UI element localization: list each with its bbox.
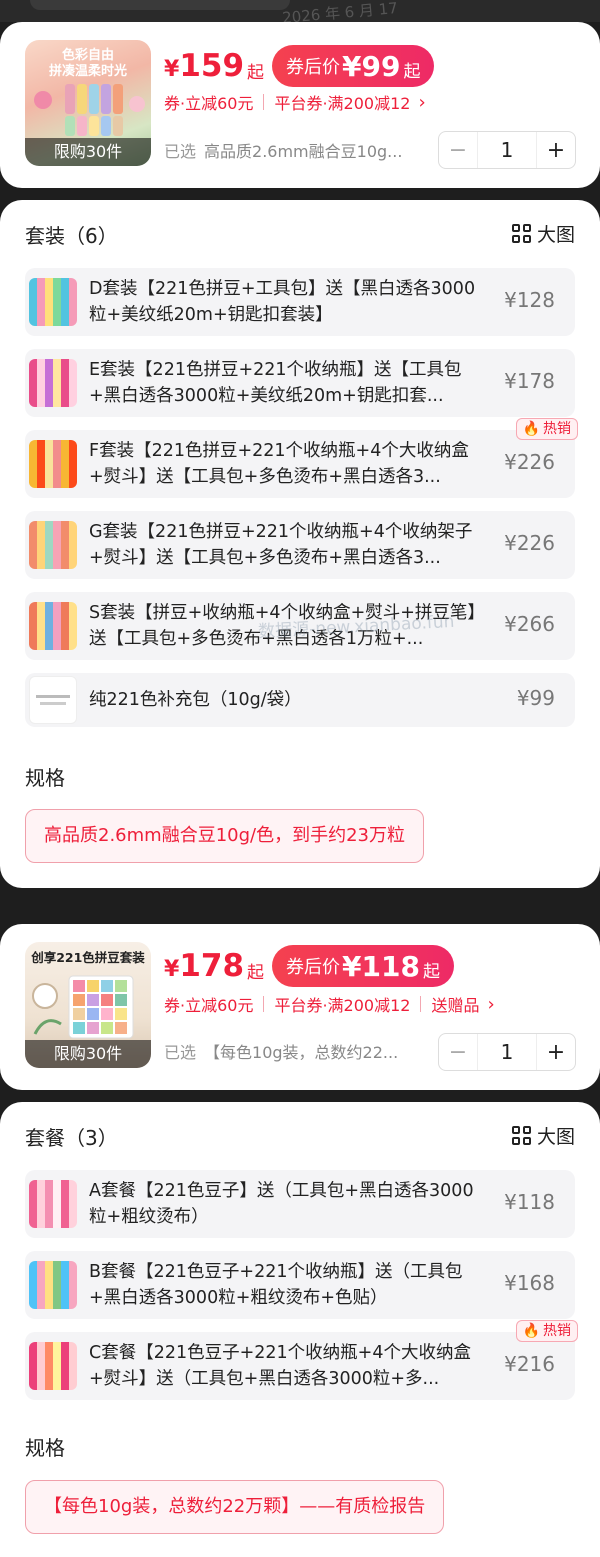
product2-coupon-2[interactable]: 平台券·满200减12 (274, 992, 410, 1016)
top-pill (30, 0, 290, 10)
option-item[interactable]: E套装【221色拼豆+221个收纳瓶】送【工具包+黑白透各3000粒+美纹纸20… (25, 349, 575, 417)
minus-button[interactable]: − (439, 138, 477, 163)
product2-selected-value: 【每色10g装，总数约22... (204, 1043, 399, 1062)
option-label: F套装【221色拼豆+221个收纳瓶+4个大收纳盒+熨斗】送【工具包+多色烫布+… (89, 441, 469, 487)
option-price: ¥99 (516, 686, 555, 710)
option-thumbnail (29, 521, 77, 569)
option-item[interactable]: G套装【221色拼豆+221个收纳瓶+4个收纳架子+熨斗】送【工具包+多色烫布+… (25, 511, 575, 579)
product1-options-card: 套装（6） 大图 D套装【221色拼豆+工具包】送【黑白透各3000粒+美纹纸2… (0, 200, 600, 888)
product2-options-card: 套餐（3） 大图 A套餐【221色豆子】送（工具包+黑白透各3000粒+粗纹烫布… (0, 1102, 600, 1557)
option-thumbnail (29, 1261, 77, 1309)
coupon-divider (263, 996, 265, 1012)
option-item[interactable]: C套餐【221色豆子+221个收纳瓶+4个大收纳盒+熨斗】送（工具包+黑白透各3… (25, 1320, 578, 1400)
grid-icon (511, 1126, 531, 1145)
product1-quantity-stepper[interactable]: − 1 + (438, 131, 576, 169)
option-thumbnail (29, 602, 77, 650)
option-label: E套装【221色拼豆+221个收纳瓶】送【工具包+黑白透各3000粒+美纹纸20… (89, 360, 462, 406)
coupon-divider (420, 996, 422, 1012)
option-label: D套装【221色拼豆+工具包】送【黑白透各3000粒+美纹纸20m+钥匙扣套装】 (89, 279, 476, 325)
product2-selected-row: 已选 【每色10g装，总数约22... (164, 1034, 424, 1068)
plus-button[interactable]: + (537, 1040, 575, 1065)
product1-bigpic-toggle[interactable]: 大图 (511, 220, 575, 247)
plus-button[interactable]: + (537, 138, 575, 163)
option-price: ¥216 (504, 1352, 555, 1376)
product2-spec-title: 规格 (25, 1436, 65, 1460)
product2-coupon-3[interactable]: 送赠品 (431, 992, 479, 1016)
product1-selected-value: 高品质2.6mm融合豆10g... (204, 142, 403, 161)
option-price: ¥178 (504, 369, 555, 393)
option-thumbnail (29, 440, 77, 488)
product2-price-suffix: 起 (247, 962, 265, 983)
hot-badge: 🔥 热销 (515, 1320, 578, 1342)
product2-price: ¥178 (164, 948, 245, 984)
product2-quantity-stepper[interactable]: − 1 + (438, 1033, 576, 1071)
chevron-right-icon[interactable]: › (487, 994, 494, 1015)
option-item[interactable]: D套装【221色拼豆+工具包】送【黑白透各3000粒+美纹纸20m+钥匙扣套装】… (25, 268, 575, 336)
option-price: ¥226 (504, 450, 555, 474)
product2-section-title: 套餐（3） (25, 1126, 118, 1150)
product1-coupon-1[interactable]: 券·立减60元 (164, 90, 253, 114)
option-price: ¥118 (504, 1190, 555, 1214)
quantity-value[interactable]: 1 (477, 1034, 537, 1070)
product1-limit-badge: 限购30件 (25, 138, 151, 166)
product2-price-row: ¥178 起 券后价 ¥118 起 (164, 944, 454, 988)
product2-spec-chip[interactable]: 【每色10g装，总数约22万颗】——有质检报告 (25, 1480, 445, 1534)
option-item[interactable]: B套餐【221色豆子+221个收纳瓶】送（工具包+黑白透各3000粒+粗纹烫布+… (25, 1251, 575, 1319)
product1-coupon-row[interactable]: 券·立减60元 平台券·满200减12 › (164, 89, 426, 115)
option-item[interactable]: F套装【221色拼豆+221个收纳瓶+4个大收纳盒+熨斗】送【工具包+多色烫布+… (25, 418, 578, 498)
option-thumbnail (29, 676, 77, 724)
product2-coupon-1[interactable]: 券·立减60元 (164, 992, 253, 1016)
coupon-divider (263, 94, 265, 110)
product1-coupon-2[interactable]: 平台券·满200减12 (274, 90, 410, 114)
option-price: ¥226 (504, 531, 555, 555)
hot-badge: 🔥 热销 (515, 418, 578, 440)
option-thumbnail (29, 1342, 77, 1390)
product1-image[interactable]: 色彩自由 拼凑温柔时光 限购30件 (25, 40, 151, 166)
product1-selected-row: 已选 高品质2.6mm融合豆10g... (164, 133, 424, 167)
option-label: G套装【221色拼豆+221个收纳瓶+4个收纳架子+熨斗】送【工具包+多色烫布+… (89, 522, 473, 568)
product1-section-title: 套装（6） (25, 224, 118, 248)
option-price: ¥128 (504, 288, 555, 312)
product2-limit-badge: 限购30件 (25, 1040, 151, 1068)
option-price: ¥266 (504, 612, 555, 636)
option-thumbnail (29, 1180, 77, 1228)
product1-header-card: 色彩自由 拼凑温柔时光 限购30件 ¥159 起 券后价 ¥99 起 券·立减6… (0, 22, 600, 188)
product2-image[interactable]: 创享221色拼豆套装 限购30件 (25, 942, 151, 1068)
chevron-right-icon[interactable]: › (418, 92, 425, 113)
flame-icon: 🔥 (522, 421, 540, 437)
option-label: A套餐【221色豆子】送（工具包+黑白透各3000粒+粗纹烫布） (89, 1181, 474, 1227)
quantity-value[interactable]: 1 (477, 132, 537, 168)
minus-button[interactable]: − (439, 1040, 477, 1065)
option-label: 纯221色补充包（10g/袋） (89, 690, 302, 710)
product2-after-coupon-pill: 券后价 ¥118 起 (272, 945, 454, 987)
option-thumbnail (29, 278, 77, 326)
product1-price-suffix: 起 (247, 62, 265, 83)
option-label: C套餐【221色豆子+221个收纳瓶+4个大收纳盒+熨斗】送（工具包+黑白透各3… (89, 1343, 471, 1389)
option-item[interactable]: 纯221色补充包（10g/袋） ¥99 (25, 673, 575, 727)
product1-after-coupon-pill: 券后价 ¥99 起 (272, 45, 435, 87)
option-item[interactable]: A套餐【221色豆子】送（工具包+黑白透各3000粒+粗纹烫布） ¥118 (25, 1170, 575, 1238)
option-price: ¥168 (504, 1271, 555, 1295)
product1-price-row: ¥159 起 券后价 ¥99 起 (164, 44, 435, 88)
product2-header-card: 创享221色拼豆套装 限购30件 ¥178 起 券后价 ¥118 起 券·立减6… (0, 924, 600, 1090)
flame-icon: 🔥 (522, 1323, 540, 1339)
product1-spec-chip[interactable]: 高品质2.6mm融合豆10g/色，到手约23万粒 (25, 809, 424, 863)
product1-spec-title: 规格 (25, 766, 65, 790)
product1-price: ¥159 (164, 48, 245, 84)
grid-icon (511, 224, 531, 243)
product2-coupon-row[interactable]: 券·立减60元 平台券·满200减12 送赠品 › (164, 991, 495, 1017)
top-strip: 2026 年 6 月 17 (0, 0, 600, 27)
option-thumbnail (29, 359, 77, 407)
option-label: B套餐【221色豆子+221个收纳瓶】送（工具包+黑白透各3000粒+粗纹烫布+… (89, 1262, 463, 1308)
product2-bigpic-toggle[interactable]: 大图 (511, 1122, 575, 1149)
